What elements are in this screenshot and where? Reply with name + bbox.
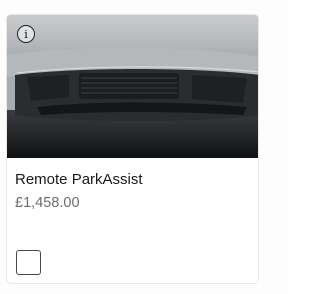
info-icon[interactable]: i [17,25,35,43]
select-checkbox[interactable] [16,250,41,275]
product-image: i [7,15,258,158]
product-price: £1,458.00 [15,195,80,211]
page: i Remote ParkAssist £1,458.00 [0,0,287,294]
product-card[interactable]: i Remote ParkAssist £1,458.00 [6,14,259,284]
product-title: Remote ParkAssist [15,171,143,188]
car-bumper-illustration [7,15,258,158]
